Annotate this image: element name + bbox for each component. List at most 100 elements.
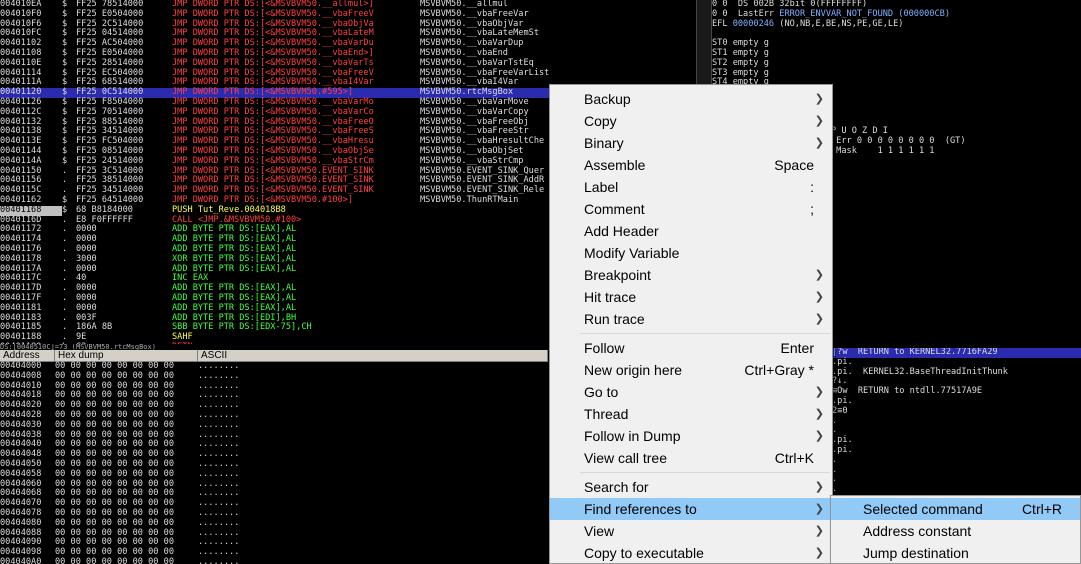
menu-item-label: Add Header	[584, 223, 659, 239]
stack-row[interactable]: .	[832, 455, 1081, 466]
find-references-submenu: Selected command Ctrl+R Address constant Ju…	[830, 495, 1081, 564]
menu-item-label: Follow in Dump	[584, 428, 681, 444]
stack-value: .pi.	[832, 444, 853, 455]
submenu-arrow-icon: ❯	[814, 313, 824, 325]
submenu-arrow-icon: ❯	[814, 137, 824, 149]
menu-separator	[580, 333, 830, 334]
submenu-arrow-icon: ❯	[814, 547, 824, 559]
menu-item-follow-in-dump[interactable]: Follow in Dump ❯	[550, 425, 832, 447]
dump-row[interactable]: 004040A0 00 00 00 00 00 00 00 00........	[0, 556, 548, 564]
menu-item-label: Go to	[584, 384, 619, 400]
submenu-arrow-icon: ❯	[814, 269, 824, 281]
menu-item-label: Comment	[584, 201, 645, 217]
menu-item-hit-trace[interactable]: Hit trace ❯	[550, 286, 832, 308]
submenu-arrow-icon: ❯	[814, 386, 824, 398]
menu-item-backup[interactable]: Backup ❯	[550, 88, 832, 110]
menu-item-label: View	[584, 523, 615, 539]
menu-item-label: Copy	[584, 113, 617, 129]
menu-item-shortcut: Ctrl+Gray *	[744, 362, 814, 378]
stack-row[interactable]: .pi.	[832, 435, 1081, 446]
stack-value: .pi.	[832, 356, 853, 367]
menu-item-breakpoint[interactable]: Breakpoint ❯	[550, 264, 832, 286]
menu-item-label: View call tree	[584, 450, 668, 466]
menu-item-copy[interactable]: Copy ❯	[550, 110, 832, 132]
disasm-hex: 0000	[76, 263, 97, 274]
submenu-arrow-icon: ❯	[814, 93, 824, 105]
disasm-instruction: SBB BYTE PTR DS:[EDX-75],CH	[172, 322, 312, 333]
dump-hex: 00 00 00 00 00 00 00 00	[55, 556, 174, 564]
stack-value: ?↓.	[832, 376, 848, 387]
menu-item-comment[interactable]: Comment;	[550, 198, 832, 220]
disasm-instruction: ADD BYTE PTR DS:[EAX],AL	[172, 263, 297, 274]
menu-item-label: Backup	[584, 91, 631, 107]
disasm-hex: 186A 8B	[76, 322, 113, 333]
dump-pane[interactable]: Address Hex dump ASCII 00404000 00 00 00 …	[0, 350, 548, 564]
menu-item-label: Copy to executable	[584, 545, 704, 561]
submenu-arrow-icon: ❯	[814, 525, 824, 537]
submenu-arrow-icon: ❯	[814, 481, 824, 493]
menu-item-label: Hit trace	[584, 289, 637, 305]
menu-item-label: Thread	[584, 406, 629, 422]
menu-item-binary[interactable]: Binary ❯	[550, 132, 832, 154]
menu-item-new-origin-here[interactable]: New origin here Ctrl+Gray *	[550, 359, 832, 381]
stack-row[interactable]: |?w RETURN to KERNEL32.7716FA29	[832, 348, 1081, 358]
menu-item-shortcut: ;	[810, 201, 814, 217]
submenu-arrow-icon: ❯	[814, 291, 824, 303]
menu-item-label: Modify Variable	[584, 245, 680, 261]
menu-item-label[interactable]: Label:	[550, 176, 832, 198]
submenu-item-jump-destination[interactable]: Jump destination	[831, 542, 1080, 564]
submenu-item-label: Jump destination	[863, 545, 969, 561]
stack-value: |?w RETURN to KERNEL32.7716FA29	[832, 348, 998, 357]
menu-item-add-header[interactable]: Add Header	[550, 220, 832, 242]
menu-item-run-trace[interactable]: Run trace ❯	[550, 308, 832, 330]
stack-row[interactable]: .	[832, 465, 1081, 476]
stack-row[interactable]: .pi.	[832, 396, 1081, 407]
menu-item-modify-variable[interactable]: Modify Variable	[550, 242, 832, 264]
stack-row[interactable]: .	[832, 484, 1081, 495]
register-line: EFL 00000246 (NO,NB,E,BE,NS,PE,GE,LE)	[712, 18, 904, 29]
submenu-item-label: Selected command	[863, 501, 983, 517]
stack-row[interactable]: .	[832, 474, 1081, 485]
stack-value: ≡Ow RETURN to ntdll.77517A9E	[832, 386, 983, 397]
stack-row[interactable]: .pi. KERNEL32.BaseThreadInitThunk	[832, 366, 1081, 378]
stack-value: 2≡0	[832, 405, 848, 416]
dump-ascii: ........	[198, 556, 240, 564]
submenu-item-shortcut: Ctrl+R	[1021, 501, 1062, 517]
stack-row[interactable]: .	[832, 425, 1081, 436]
submenu-arrow-icon: ❯	[814, 115, 824, 127]
menu-item-label: Assemble	[584, 157, 646, 173]
menu-item-label: New origin here	[584, 362, 683, 378]
dump-header-ascii[interactable]: ASCII	[198, 350, 548, 362]
dump-address: 004040A0	[0, 556, 42, 564]
submenu-item-label: Address constant	[863, 523, 972, 539]
menu-item-assemble[interactable]: Assemble Space	[550, 154, 832, 176]
menu-separator	[580, 472, 830, 473]
menu-item-label: Follow	[584, 340, 625, 356]
menu-item-follow[interactable]: Follow Enter	[550, 337, 832, 359]
stack-value: .pi.	[832, 435, 853, 446]
menu-item-label: Breakpoint	[584, 267, 651, 283]
menu-item-thread[interactable]: Thread ❯	[550, 403, 832, 425]
submenu-item-selected-command[interactable]: Selected command Ctrl+R	[831, 498, 1080, 520]
submenu-arrow-icon: ❯	[814, 503, 824, 515]
stack-row[interactable]: 2≡0	[832, 405, 1081, 417]
disasm-comment: MSVBVM50.ThunRTMain	[420, 194, 519, 205]
menu-item-shortcut: Ctrl+K	[774, 450, 814, 466]
menu-item-shortcut: :	[810, 179, 814, 195]
stack-value: .pi. KERNEL32.BaseThreadInitThunk	[832, 366, 1008, 377]
menu-item-go-to[interactable]: Go to ❯	[550, 381, 832, 403]
menu-item-label: Find references to	[584, 501, 697, 517]
menu-item-search-for[interactable]: Search for ❯	[550, 476, 832, 498]
menu-item-copy-to-executable[interactable]: Copy to executable ❯	[550, 542, 832, 564]
menu-item-label: Binary	[584, 135, 624, 151]
disasm-hex: 9E	[76, 332, 87, 343]
stack-row[interactable]: .	[832, 416, 1081, 427]
menu-item-shortcut: Space	[774, 157, 814, 173]
menu-item-find-references-to[interactable]: Find references to ❯	[550, 498, 832, 520]
menu-item-view-call-tree[interactable]: View call tree Ctrl+K	[550, 447, 832, 469]
menu-item-view[interactable]: View ❯	[550, 520, 832, 542]
stack-row[interactable]: .pi.	[832, 444, 1081, 456]
submenu-item-address-constant[interactable]: Address constant	[831, 520, 1080, 542]
stack-row[interactable]: ≡Ow RETURN to ntdll.77517A9E	[832, 386, 1081, 397]
context-menu: Backup ❯ Copy ❯ Binary ❯ Assemble Space Label: Co…	[549, 84, 833, 564]
